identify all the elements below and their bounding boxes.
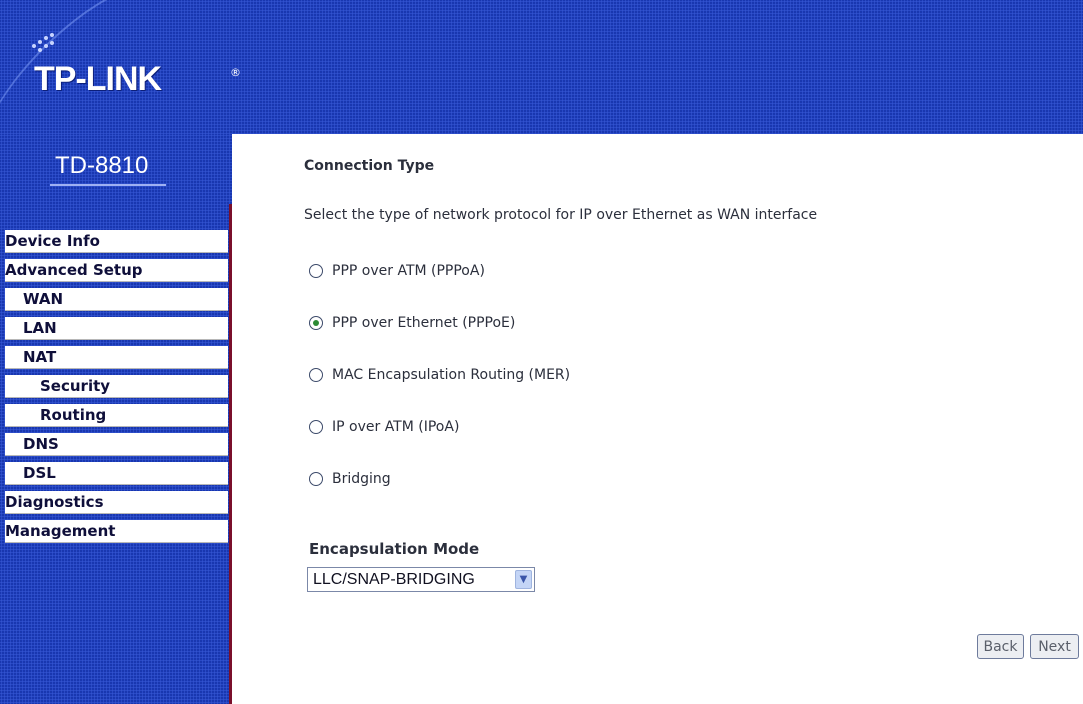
sidebar-item-label: Security (5, 375, 228, 398)
sidebar-item-device-info[interactable]: Device Info (5, 230, 228, 253)
sidebar-item-label: WAN (5, 288, 228, 311)
option-ipoa[interactable]: IP over ATM (IPoA) (309, 417, 459, 437)
radio-ipoa[interactable] (309, 420, 323, 434)
sidebar-item-management[interactable]: Management (5, 520, 228, 543)
option-label: IP over ATM (IPoA) (332, 419, 460, 435)
brand-logo: TP-LINK (34, 60, 162, 98)
registered-mark: ® (230, 66, 241, 79)
radio-pppoa[interactable] (309, 264, 323, 278)
sidebar-item-lan[interactable]: LAN (5, 317, 228, 340)
encapsulation-mode-select[interactable]: LLC/SNAP-BRIDGING ▼ (307, 567, 535, 592)
radio-mer[interactable] (309, 368, 323, 382)
back-button[interactable]: Back (977, 634, 1024, 659)
sidebar-item-label: Management (5, 520, 228, 543)
sidebar-item-label: Diagnostics (5, 491, 228, 514)
option-label: PPP over Ethernet (PPPoE) (332, 315, 516, 331)
option-bridging[interactable]: Bridging (309, 469, 391, 489)
option-mer[interactable]: MAC Encapsulation Routing (MER) (309, 365, 570, 385)
option-label: Bridging (332, 471, 391, 487)
option-label: PPP over ATM (PPPoA) (332, 263, 485, 279)
page-title: Connection Type (304, 158, 435, 174)
chevron-down-icon[interactable]: ▼ (515, 570, 532, 589)
next-button[interactable]: Next (1030, 634, 1079, 659)
sidebar-item-label: Routing (5, 404, 228, 427)
sidebar-item-label: Advanced Setup (5, 259, 228, 282)
option-pppoa[interactable]: PPP over ATM (PPPoA) (309, 261, 485, 281)
sidebar-item-label: DNS (5, 433, 228, 456)
sidebar-item-routing[interactable]: Routing (5, 404, 228, 427)
encapsulation-mode-label: Encapsulation Mode (309, 540, 480, 558)
model-underline (50, 184, 166, 186)
sidebar-item-label: NAT (5, 346, 228, 369)
option-label: MAC Encapsulation Routing (MER) (332, 367, 571, 383)
sidebar-item-advanced-setup[interactable]: Advanced Setup (5, 259, 228, 282)
sidebar-item-label: DSL (5, 462, 228, 485)
sidebar-item-dns[interactable]: DNS (5, 433, 228, 456)
sidebar-item-label: Device Info (5, 230, 228, 253)
sidebar-item-security[interactable]: Security (5, 375, 228, 398)
header-banner: TP-LINK ® (0, 0, 1083, 285)
radio-pppoe[interactable] (309, 316, 323, 330)
encapsulation-mode-value: LLC/SNAP-BRIDGING (313, 570, 475, 588)
page-description: Select the type of network protocol for … (304, 207, 818, 223)
sidebar-item-nat[interactable]: NAT (5, 346, 228, 369)
sidebar-item-dsl[interactable]: DSL (5, 462, 228, 485)
sidebar-item-wan[interactable]: WAN (5, 288, 228, 311)
option-pppoe[interactable]: PPP over Ethernet (PPPoE) (309, 313, 515, 333)
logo-dots-icon (28, 30, 64, 56)
sidebar-item-diagnostics[interactable]: Diagnostics (5, 491, 228, 514)
radio-bridging[interactable] (309, 472, 323, 486)
model-name: TD-8810 (55, 152, 149, 179)
sidebar-item-label: LAN (5, 317, 228, 340)
